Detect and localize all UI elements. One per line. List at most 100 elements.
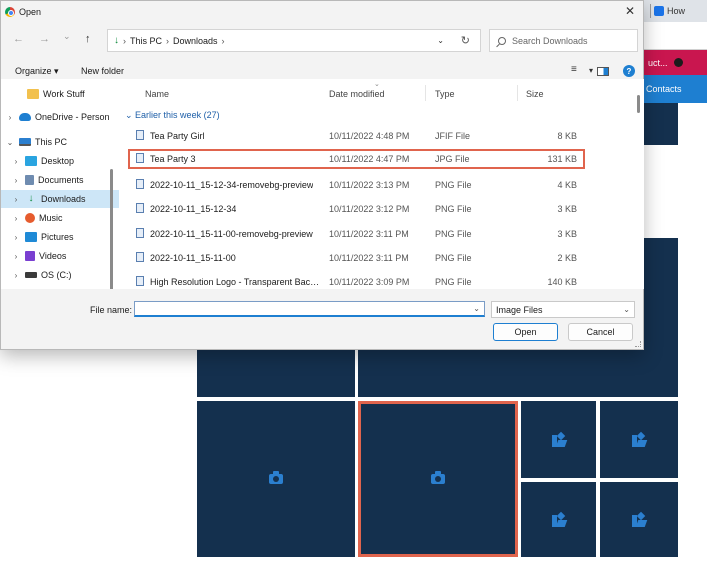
nav-item-label: Work Stuff xyxy=(43,89,85,99)
nav-item-documents[interactable]: › Documents xyxy=(1,171,119,189)
address-bar[interactable]: ↓ › This PC › Downloads › ⌄ ↻ xyxy=(107,29,481,52)
group-header[interactable]: ⌄ Earlier this week (27) xyxy=(125,110,220,121)
collapse-icon[interactable]: ⌄ xyxy=(5,138,15,147)
nav-item-this-pc[interactable]: ⌄ This PC xyxy=(1,133,119,151)
media-tile[interactable] xyxy=(521,482,596,557)
file-row[interactable]: Tea Party Girl 10/11/2022 4:48 PM JFIF F… xyxy=(119,127,619,145)
nav-scrollbar[interactable] xyxy=(110,169,113,289)
breadcrumb-separator[interactable]: › xyxy=(222,36,225,46)
file-date: 10/11/2022 3:13 PM xyxy=(329,180,410,190)
open-button[interactable]: Open xyxy=(493,323,558,341)
file-row[interactable]: 2022-10-11_15-11-00 10/11/2022 3:11 PM P… xyxy=(119,249,619,267)
preview-pane-icon[interactable] xyxy=(597,67,609,76)
media-tile[interactable] xyxy=(197,401,355,557)
contacts-nav[interactable]: Contacts xyxy=(644,75,707,103)
recent-locations-icon[interactable]: ⌄ xyxy=(63,31,71,42)
file-icon xyxy=(136,203,144,213)
column-header-name[interactable]: Name xyxy=(145,89,169,99)
breadcrumb-downloads[interactable]: Downloads xyxy=(173,36,218,46)
file-icon xyxy=(136,252,144,262)
cancel-button[interactable]: Cancel xyxy=(568,323,633,341)
file-name-input[interactable]: ⌄ xyxy=(134,301,485,317)
file-list-scrollbar[interactable] xyxy=(637,95,640,113)
documents-icon xyxy=(25,175,34,185)
file-size: 8 KB xyxy=(557,131,577,141)
forward-arrow-icon[interactable]: → xyxy=(39,33,50,45)
chevron-down-icon[interactable]: ⌄ xyxy=(473,304,480,313)
file-row[interactable]: High Resolution Logo - Transparent Back.… xyxy=(119,273,619,289)
tab-separator xyxy=(650,4,651,18)
media-tile[interactable] xyxy=(197,350,355,397)
browser-tab-label: How xyxy=(667,6,686,16)
bookmark-bar-item[interactable]: uct... xyxy=(644,50,707,75)
browser-tab[interactable]: How xyxy=(644,0,707,22)
expand-icon[interactable]: › xyxy=(11,176,21,185)
file-name: 2022-10-11_15-11-00 xyxy=(150,253,236,263)
nav-item-work-stuff[interactable]: Work Stuff xyxy=(1,85,119,103)
file-row[interactable]: 2022-10-11_15-12-34-removebg-preview 10/… xyxy=(119,176,619,194)
nav-item-desktop[interactable]: › Desktop xyxy=(1,152,119,170)
videos-icon xyxy=(25,251,35,261)
open-file-dialog: Open ✕ ← → ⌄ ↑ ↓ › This PC › Downloads ›… xyxy=(0,0,644,350)
organize-button[interactable]: Organize ▾ xyxy=(15,66,59,77)
file-list: Name ⌄ Date modified Type Size ⌄ Earlier… xyxy=(119,79,644,289)
close-icon[interactable]: ✕ xyxy=(625,4,635,18)
file-date: 10/11/2022 3:11 PM xyxy=(329,253,409,263)
nav-item-onedrive[interactable]: › OneDrive - Person xyxy=(1,108,119,126)
file-type-select[interactable]: Image Files ⌄ xyxy=(491,301,635,318)
column-divider[interactable] xyxy=(425,85,426,101)
column-header-date[interactable]: Date modified xyxy=(329,89,385,99)
camera-icon xyxy=(269,471,283,484)
camera-icon xyxy=(431,471,445,484)
column-header-type[interactable]: Type xyxy=(435,89,455,99)
expand-icon[interactable]: › xyxy=(11,271,21,280)
nav-item-videos[interactable]: › Videos xyxy=(1,247,119,265)
view-options-icon[interactable]: ≡ xyxy=(571,64,577,75)
file-row[interactable]: 2022-10-11_15-12-34 10/11/2022 3:12 PM P… xyxy=(119,200,619,218)
pc-icon xyxy=(19,138,31,146)
file-row-highlighted[interactable]: Tea Party 3 10/11/2022 4:47 PM JPG File … xyxy=(128,149,585,169)
expand-icon[interactable]: › xyxy=(11,233,21,242)
media-tile[interactable] xyxy=(358,350,678,397)
nav-item-pictures[interactable]: › Pictures xyxy=(1,228,119,246)
shapes-icon xyxy=(632,431,648,447)
nav-item-label: Downloads xyxy=(41,194,86,204)
breadcrumb-this-pc[interactable]: This PC xyxy=(130,36,162,46)
up-arrow-icon[interactable]: ↑ xyxy=(85,33,91,45)
chevron-down-icon[interactable]: ⌄ xyxy=(437,36,444,45)
expand-icon[interactable]: › xyxy=(5,113,15,122)
new-folder-button[interactable]: New folder xyxy=(81,66,124,76)
nav-item-downloads[interactable]: › ↓ Downloads xyxy=(1,190,119,208)
expand-icon[interactable]: › xyxy=(11,214,21,223)
file-size: 2 KB xyxy=(557,253,577,263)
media-tile[interactable] xyxy=(600,401,678,478)
file-date: 10/11/2022 4:47 PM xyxy=(329,154,410,164)
nav-item-label: OS (C:) xyxy=(41,270,72,280)
file-type-value: Image Files xyxy=(496,305,543,315)
shapes-icon xyxy=(551,431,567,447)
search-input[interactable]: Search Downloads xyxy=(489,29,638,52)
back-arrow-icon[interactable]: ← xyxy=(13,33,24,45)
media-tile-selected[interactable] xyxy=(358,401,518,557)
file-row[interactable]: 2022-10-11_15-11-00-removebg-preview 10/… xyxy=(119,225,619,243)
nav-item-os-drive[interactable]: › OS (C:) xyxy=(1,266,119,284)
media-tile[interactable] xyxy=(600,482,678,557)
refresh-icon[interactable]: ↻ xyxy=(461,34,470,47)
media-tile[interactable] xyxy=(521,401,596,478)
nav-item-label: Music xyxy=(39,213,63,223)
file-type: PNG File xyxy=(435,253,472,263)
resize-grip-icon[interactable] xyxy=(635,341,641,347)
help-icon[interactable]: ? xyxy=(623,65,635,77)
breadcrumb-separator: › xyxy=(123,35,126,46)
file-date: 10/11/2022 4:48 PM xyxy=(329,131,410,141)
expand-icon[interactable]: › xyxy=(11,157,21,166)
expand-icon[interactable]: › xyxy=(11,252,21,261)
column-divider[interactable] xyxy=(517,85,518,101)
column-header-size[interactable]: Size xyxy=(526,89,544,99)
chevron-down-icon[interactable]: ▾ xyxy=(589,66,593,75)
nav-item-music[interactable]: › Music xyxy=(1,209,119,227)
expand-icon[interactable]: › xyxy=(11,195,21,204)
file-icon xyxy=(136,276,144,286)
nav-item-label: OneDrive - Person xyxy=(35,112,110,122)
file-name: Tea Party 3 xyxy=(150,154,196,164)
